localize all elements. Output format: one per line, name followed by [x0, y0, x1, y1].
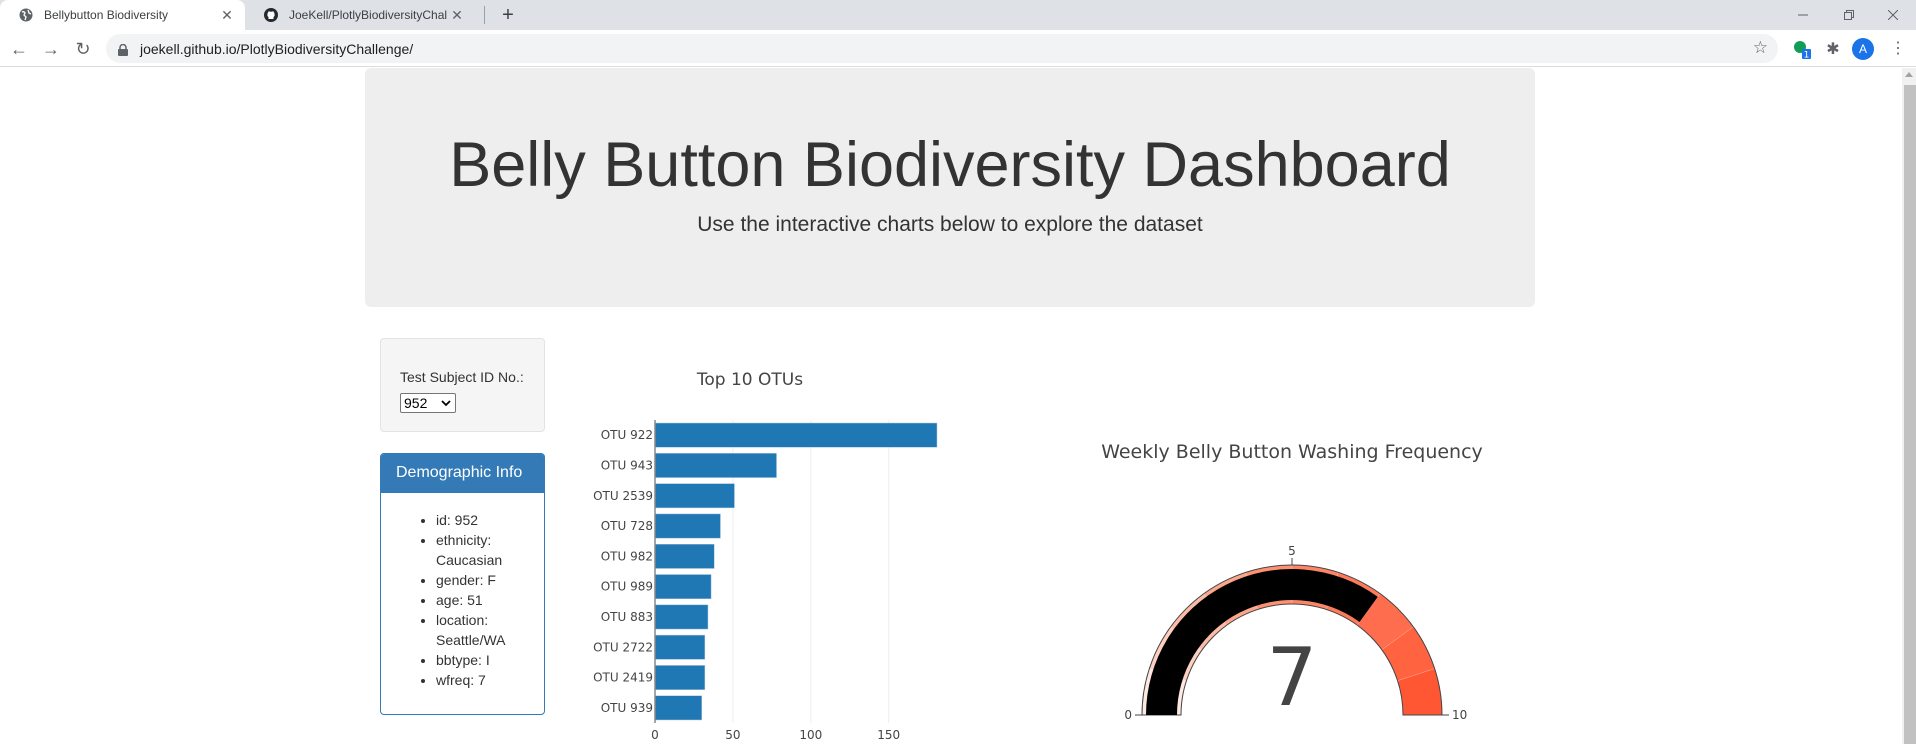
demographic-item: age: 51 — [436, 590, 544, 610]
bar-otu-939 — [654, 695, 702, 721]
chart-title: Weekly Belly Button Washing Frequency — [1101, 441, 1483, 463]
panel-heading: Demographic Info — [381, 454, 544, 493]
bar-otu-989 — [654, 574, 712, 600]
reload-button[interactable]: ↻ — [70, 36, 96, 62]
browser-toolbar: ← → ↻ joekell.github.io/PlotlyBiodiversi… — [0, 30, 1916, 67]
washing-frequency-gauge[interactable]: Weekly Belly Button Washing Frequency 0 5 1… — [1060, 438, 1520, 738]
reload-icon: ↻ — [75, 38, 91, 59]
y-tick-label: OTU 2539 — [593, 489, 653, 503]
demographic-item: bbtype: I — [436, 650, 544, 670]
demographic-info-panel: Demographic Info id: 952ethnicity: Cauca… — [380, 453, 545, 715]
bar-otu-2419 — [654, 665, 706, 690]
bar-otu-2722 — [654, 634, 706, 660]
url-text: joekell.github.io/PlotlyBiodiversityChal… — [140, 40, 414, 57]
back-button[interactable]: ← — [6, 36, 32, 62]
tab-bellybutton[interactable]: Bellybutton Biodiversity ✕ — [0, 0, 245, 30]
page-title: Belly Button Biodiversity Dashboard — [449, 130, 1451, 200]
y-tick-label: OTU 2419 — [593, 671, 653, 685]
extensions-menu-button[interactable]: ✱ — [1821, 37, 1845, 61]
bar-otu-883 — [654, 604, 709, 630]
jumbotron-header: Belly Button Biodiversity Dashboard Use … — [365, 68, 1535, 307]
restore-button[interactable] — [1826, 0, 1872, 30]
bookmark-star-icon[interactable]: ☆ — [1753, 38, 1768, 58]
demographic-item: id: 952 — [436, 510, 544, 530]
scroll-thumb[interactable] — [1904, 85, 1916, 744]
bar-otu-943 — [654, 453, 777, 478]
address-bar[interactable]: joekell.github.io/PlotlyBiodiversityChal… — [106, 34, 1778, 63]
gauge-tick-label: 5 — [1288, 544, 1296, 558]
tab-title: Bellybutton Biodiversity — [44, 8, 169, 22]
page-viewport: Belly Button Biodiversity Dashboard Use … — [0, 68, 1902, 744]
profile-avatar[interactable]: A — [1852, 38, 1874, 60]
close-tab-icon[interactable]: ✕ — [447, 7, 467, 24]
close-icon — [1888, 10, 1898, 20]
y-tick-label: OTU 883 — [601, 610, 653, 624]
forward-button[interactable]: → — [38, 36, 64, 62]
bar-otu-728 — [654, 513, 721, 539]
puzzle-icon: ✱ — [1826, 41, 1840, 58]
lock-icon — [118, 43, 128, 56]
minimize-button[interactable] — [1780, 0, 1826, 30]
y-tick-label: OTU 922 — [601, 428, 653, 442]
x-tick-label: 100 — [799, 728, 822, 742]
x-tick-label: 50 — [725, 728, 740, 742]
subject-selector-well: Test Subject ID No.: 952 — [380, 338, 545, 432]
bar-otu-922 — [654, 422, 938, 448]
globe-icon — [18, 7, 34, 23]
selected-subject-id: 952 — [404, 395, 428, 411]
demographic-item: location: Seattle/WA — [436, 610, 544, 650]
x-tick-label: 0 — [651, 728, 659, 742]
demographic-item: wfreq: 7 — [436, 670, 544, 690]
page-scrollbar[interactable] — [1902, 68, 1916, 744]
restore-icon — [1844, 10, 1854, 20]
minimize-icon — [1798, 14, 1808, 16]
extension-button[interactable]: 1 — [1790, 37, 1814, 61]
page-subtitle: Use the interactive charts below to expl… — [697, 213, 1203, 236]
y-tick-label: OTU 2722 — [593, 640, 653, 654]
bar-otu-982 — [654, 543, 715, 569]
gauge-tick-label: 10 — [1452, 708, 1467, 722]
subject-id-select[interactable]: 952 — [400, 393, 456, 413]
extension-badge: 1 — [1804, 51, 1810, 61]
tab-github[interactable]: JoeKell/PlotlyBiodiversityChallenge ✕ — [245, 0, 475, 30]
gauge-value-label: 7 — [1267, 631, 1318, 724]
y-tick-label: OTU 982 — [601, 549, 653, 563]
browser-menu-button[interactable]: ⋮ — [1890, 38, 1906, 60]
new-tab-button[interactable]: + — [497, 3, 519, 27]
demographic-item: gender: F — [436, 570, 544, 590]
top-otus-bar-chart[interactable]: Top 10 OTUs 0 50 100 150 OTU 922 OTU 943 OTU 25… — [560, 348, 1060, 748]
more-vert-icon: ⋮ — [1890, 40, 1906, 57]
demographic-list: id: 952ethnicity: Caucasiangender: Fage:… — [436, 510, 544, 690]
demographic-item: ethnicity: Caucasian — [436, 530, 544, 570]
chevron-down-icon — [441, 400, 451, 407]
subject-id-label: Test Subject ID No.: — [400, 369, 524, 385]
chart-title: Top 10 OTUs — [696, 370, 803, 390]
extension-icon: 1 — [1794, 41, 1811, 61]
tab-separator — [484, 6, 485, 24]
y-tick-label: OTU 989 — [601, 580, 653, 594]
y-tick-label: OTU 943 — [601, 458, 653, 472]
bar-otu-2539 — [654, 483, 735, 509]
y-tick-label: OTU 728 — [601, 519, 653, 533]
close-window-button[interactable] — [1870, 0, 1916, 30]
gauge-tick-label: 0 — [1124, 708, 1132, 722]
y-tick-label: OTU 939 — [601, 701, 653, 715]
x-tick-label: 150 — [877, 728, 900, 742]
arrow-right-icon: → — [42, 38, 60, 59]
arrow-left-icon: ← — [10, 38, 28, 59]
tab-title: JoeKell/PlotlyBiodiversityChallenge — [289, 8, 447, 22]
scroll-up-arrow-icon[interactable] — [1905, 72, 1913, 77]
browser-tab-bar: Bellybutton Biodiversity ✕ JoeKell/Plotl… — [0, 0, 1916, 30]
close-tab-icon[interactable]: ✕ — [217, 7, 237, 24]
github-icon — [263, 7, 279, 23]
